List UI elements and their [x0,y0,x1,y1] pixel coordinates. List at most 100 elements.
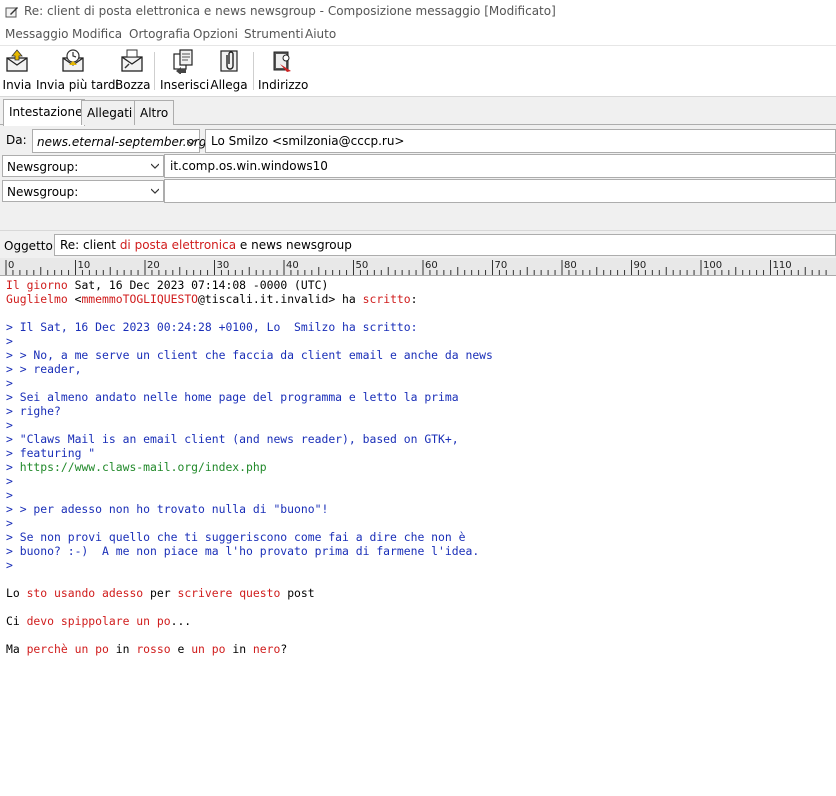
reply-text-misspelled: scrivere questo [177,586,281,600]
address-book-icon [273,51,291,72]
column-ruler: 0 10 20 30 40 50 60 70 80 90 100 110 [0,258,836,276]
send-later-button[interactable]: Invia più tardi [36,48,119,94]
reply-text: ... [170,614,192,628]
subject-text-misspelled: di posta elettronica [119,238,237,252]
reply-text-misspelled: rosso [136,642,171,656]
attach-icon [220,50,238,72]
message-text: Il giorno Sat, 16 Dec 2023 07:14:08 -000… [0,278,836,656]
menu-ortografia[interactable]: Ortografia [129,27,190,41]
menu-strumenti[interactable]: Strumenti [244,27,304,41]
draft-button[interactable]: Bozza [115,48,151,94]
ruler-label: 30 [217,260,230,271]
newsgroup-field[interactable]: it.comp.os.win.windows10 [164,154,836,178]
reply-text-misspelled: sto usando adesso [26,586,144,600]
reply-text: post [280,586,315,600]
chevron-down-icon [151,163,159,169]
quoted-link[interactable]: https://www.claws-mail.org/index.php [20,460,267,474]
address-label: Indirizzo [258,78,309,92]
account-value: news.eternal-september.org [37,135,207,149]
reply-text: e [170,642,192,656]
ruler-label: 100 [703,260,722,271]
send-label: Invia [2,78,32,92]
attribution-text: @tiscali.it.invalid> ha [198,292,363,306]
ruler-label: 70 [495,260,508,271]
from-label: Da: [6,133,27,147]
newsgroup-value: it.comp.os.win.windows10 [170,159,328,173]
insert-button[interactable]: Inserisci [160,48,210,94]
toolbar-separator [253,52,254,90]
menu-opzioni[interactable]: Opzioni [193,27,238,41]
recipient-type-select[interactable]: Newsgroup: [2,155,164,177]
ruler-ticks: 0 10 20 30 40 50 60 70 80 90 100 110 [5,260,827,275]
attribution-text: Il giorno [6,278,68,292]
toolbar-separator [154,52,155,90]
subject-text: e news newsgroup [236,238,352,252]
reply-text-misspelled: perchè un po [26,642,109,656]
ruler-label: 80 [564,260,577,271]
recipient-type-value: Newsgroup: [7,160,79,174]
insert-file-icon [173,49,193,74]
address-book-button[interactable]: Indirizzo [258,48,309,94]
attribution-text: Sat, 16 Dec 2023 07:14:08 -0000 (UTC) [67,278,329,292]
tab-intestazione[interactable]: Intestazione [3,99,85,126]
ruler-label: 40 [286,260,299,271]
ruler-label: 0 [8,260,14,271]
toolbar: Invia Invia più tardi Bozza Inserisci Al… [0,46,836,96]
chevron-down-icon [151,188,159,194]
quoted-block: > Il Sat, 16 Dec 2023 00:24:28 +0100, Lo… [6,320,493,460]
menu-aiuto[interactable]: Aiuto [305,27,336,41]
chevron-down-icon [187,139,195,145]
menu-messaggio[interactable]: Messaggio [5,27,69,41]
from-field[interactable]: Lo Smilzo <smilzonia@cccp.ru> [205,129,836,153]
subject-label: Oggetto: [4,239,57,253]
reply-text: Ci [6,614,27,628]
attribution-text: scritto [362,292,411,306]
ruler-label: 110 [773,260,792,271]
send-icon [6,49,28,72]
title-bar: Re: client di posta elettronica e news n… [0,0,836,24]
ruler-label: 10 [78,260,91,271]
reply-text: per [143,586,178,600]
ruler-label: 50 [356,260,369,271]
tab-altro[interactable]: Altro [134,100,174,125]
recipient-type-value-2: Newsgroup: [7,185,79,199]
reply-text: ? [280,642,288,656]
ruler-label: 60 [425,260,438,271]
attribution-name: Guglielmo [6,292,68,306]
menu-modifica[interactable]: Modifica [72,27,122,41]
insert-label: Inserisci [160,78,210,92]
reply-text-misspelled: devo spippolare un po [26,614,171,628]
ruler-label: 20 [147,260,160,271]
subject-field[interactable]: Re: client di posta elettronica e news n… [54,234,836,256]
menu-bar: Messaggio Modifica Ortografia Opzioni St… [0,24,836,46]
reply-text: Lo [6,586,27,600]
recipient-type-select-2[interactable]: Newsgroup: [2,180,164,202]
quoted-block-2: > > > > per adesso non ho trovato nulla … [6,474,480,572]
draft-icon [121,49,143,72]
newsgroup-field-2[interactable] [164,179,836,203]
subject-value: Re: client di posta elettronica e news n… [60,238,352,252]
reply-text: in [108,642,137,656]
attach-button[interactable]: Allega [210,48,248,94]
quote-marker: > [6,460,20,474]
tab-allegati[interactable]: Allegati [81,100,140,125]
send-later-icon [62,49,84,72]
window-title: Re: client di posta elettronica e news n… [24,4,556,18]
ruler-label: 90 [634,260,647,271]
subject-text: Re: client [60,238,120,252]
reply-text-misspelled: un po [191,642,226,656]
attribution-email-user: mmemmoTOGLIQUESTO [81,292,199,306]
attribution-text: < [67,292,82,306]
send-later-label: Invia più tardi [36,78,119,92]
reply-text-misspelled: nero [252,642,281,656]
reply-text: Ma [6,642,27,656]
send-button[interactable]: Invia [2,48,32,94]
reply-text: in [225,642,253,656]
message-body[interactable]: Il giorno Sat, 16 Dec 2023 07:14:08 -000… [0,278,836,796]
compose-icon [5,7,18,18]
attribution-text: : [410,292,418,306]
attach-label: Allega [210,78,248,92]
account-select[interactable]: news.eternal-september.org [32,129,206,153]
from-value: Lo Smilzo <smilzonia@cccp.ru> [211,134,405,148]
draft-label: Bozza [115,78,151,92]
